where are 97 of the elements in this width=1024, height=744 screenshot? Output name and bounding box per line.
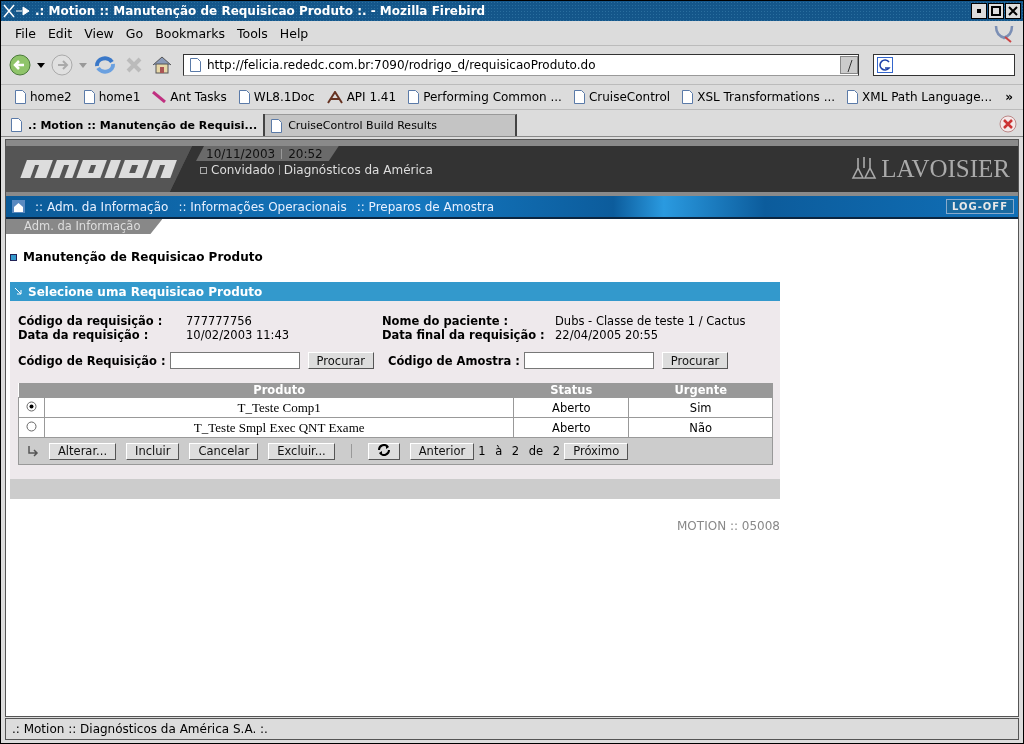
radio-button[interactable] — [26, 400, 37, 412]
company-name: Diagnósticos da América — [283, 163, 433, 177]
refresh-icon — [376, 443, 391, 456]
browser-tab[interactable]: CruiseControl Build Results — [265, 114, 518, 136]
bookmark-link[interactable]: home2 — [15, 90, 72, 104]
page-icon — [682, 90, 694, 104]
arrow-icon — [14, 287, 23, 296]
field-label: Data final da requisição : — [382, 328, 546, 342]
nav-link[interactable]: :: Informações Operacionais — [178, 199, 347, 214]
page-icon — [238, 90, 250, 104]
next-button[interactable]: Próximo — [564, 442, 629, 460]
input-field[interactable] — [169, 352, 300, 369]
bookmark-link[interactable]: XML Path Language... — [847, 90, 992, 104]
bookmark-link[interactable]: Ant Tasks — [152, 90, 227, 104]
menu-item[interactable]: Go — [119, 25, 150, 41]
field-value: 10/02/2003 11:43 — [186, 328, 291, 342]
menu-item[interactable]: Bookmarks — [149, 25, 231, 41]
action-button[interactable]: Cancelar — [189, 442, 259, 460]
input-field[interactable] — [523, 352, 654, 369]
bookmark-link[interactable]: API 1.41 — [326, 90, 397, 104]
bookmark-link[interactable]: Performing Common ... — [408, 90, 562, 104]
search-field[interactable] — [873, 54, 1015, 76]
home-icon[interactable] — [12, 200, 25, 213]
brand-name: LAVOISIER — [881, 155, 1010, 183]
page-icon — [408, 90, 420, 104]
page-icon — [83, 90, 95, 104]
back-button[interactable] — [9, 54, 31, 76]
page-icon — [15, 90, 26, 104]
page-icon — [190, 58, 201, 72]
table-cell: Sim — [628, 397, 773, 418]
field-label: Nome do paciente : — [382, 314, 510, 328]
more-bookmarks-button[interactable]: » — [1005, 90, 1019, 104]
field-value: Dubs - Classe de teste 1 / Cactus — [555, 314, 747, 328]
column-header: Status — [513, 383, 629, 398]
return-arrow-icon — [27, 445, 39, 457]
page-icon — [271, 118, 283, 133]
home-button[interactable] — [151, 54, 173, 76]
menu-item[interactable]: Tools — [231, 25, 274, 41]
minimize-button[interactable] — [971, 3, 987, 19]
page-icon — [11, 118, 22, 132]
figure-icon — [326, 90, 343, 104]
reload-button[interactable] — [93, 54, 117, 76]
table-cell: T_Teste Smpl Exec QNT Exame — [44, 417, 514, 438]
status-text: .: Motion :: Diagnósticos da América S.A. :. — [12, 722, 268, 736]
dropdown-arrow-icon[interactable] — [37, 62, 45, 68]
field-value: 777777756 — [186, 314, 253, 328]
bookmark-link[interactable]: home1 — [83, 90, 141, 104]
menu-item[interactable]: Edit — [41, 25, 79, 41]
close-button[interactable] — [1005, 3, 1021, 19]
column-header: Produto — [44, 383, 514, 398]
logoff-button[interactable]: LOG-OFF — [945, 199, 1014, 214]
table-cell: Aberto — [513, 397, 629, 418]
field-label: Data da requisição : — [18, 328, 150, 342]
search-button[interactable]: Procurar — [661, 352, 729, 369]
bookmark-link[interactable]: CruiseControl — [573, 90, 671, 104]
throbber-icon — [993, 23, 1015, 43]
field-label: Código de Requisição : — [18, 353, 166, 368]
menu-item[interactable]: View — [78, 25, 120, 41]
column-header: Urgente — [628, 383, 773, 398]
bullet-icon — [10, 253, 17, 261]
search-button[interactable]: Procurar — [307, 352, 374, 369]
panel-title: Selecione uma Requisicao Produto — [28, 284, 263, 299]
nav-link[interactable]: :: Preparos de Amostra — [356, 199, 495, 214]
search-engine-icon — [877, 57, 893, 73]
table-cell: Não — [628, 417, 773, 438]
radio-button[interactable] — [26, 420, 37, 432]
flasks-icon — [851, 156, 878, 182]
date-text: 10/11/2003 — [206, 147, 276, 161]
action-button[interactable]: Excluir... — [268, 442, 335, 460]
bookmark-link[interactable]: XSL Transformations ... — [682, 90, 836, 104]
menu-item[interactable]: File — [9, 25, 42, 41]
page-icon — [847, 90, 859, 104]
go-button[interactable] — [840, 56, 858, 74]
maximize-button[interactable] — [988, 3, 1004, 19]
field-label: Código de Amostra : — [387, 353, 520, 368]
pen-icon — [152, 91, 167, 103]
address-field[interactable]: http://felicia.rededc.com.br:7090/rodrigo_d/requisicaoProduto.do — [183, 54, 859, 76]
nav-link[interactable]: :: Adm. da Informação — [35, 199, 169, 214]
field-value: 22/04/2005 20:55 — [555, 328, 660, 342]
refresh-button[interactable] — [367, 442, 400, 460]
field-label: Código da requisição : — [18, 314, 164, 328]
page-title: Manutenção de Requisicao Produto — [23, 250, 263, 264]
time-text: 20:52 — [288, 147, 323, 161]
user-name: Convidado — [211, 163, 275, 177]
page-position: 1 à 2 de 2 — [478, 444, 561, 458]
table-cell: Aberto — [513, 417, 629, 438]
previous-button[interactable]: Anterior — [409, 442, 475, 460]
menu-item[interactable]: Help — [273, 25, 315, 41]
window-menu-icon[interactable] — [3, 4, 31, 18]
version-code: MOTION :: 05008 — [676, 519, 780, 533]
action-button[interactable]: Alterar... — [49, 442, 117, 460]
page-icon — [573, 90, 585, 104]
window-title: .: Motion :: Manutenção de Requisicao Produto :. - Mozilla Firebird — [35, 4, 487, 18]
close-tab-button[interactable] — [999, 115, 1017, 133]
table-cell: T_Teste Comp1 — [44, 397, 514, 418]
action-button[interactable]: Incluir — [126, 442, 180, 460]
bookmark-link[interactable]: WL8.1Doc — [238, 90, 315, 104]
